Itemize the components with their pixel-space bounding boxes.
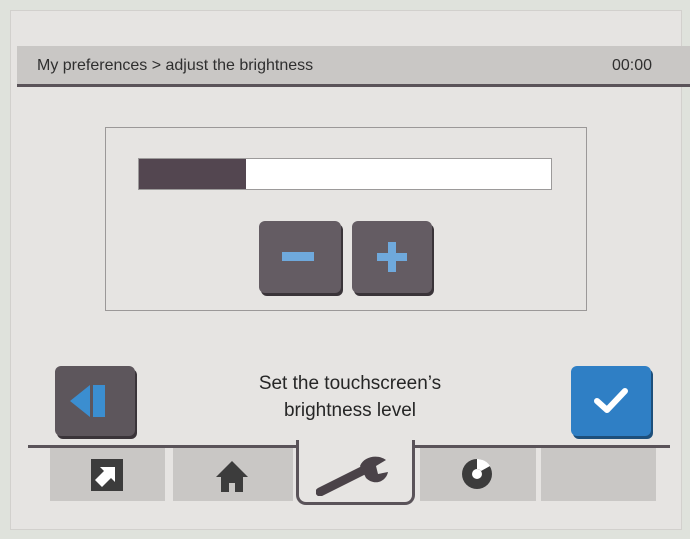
breadcrumb: My preferences > adjust the brightness xyxy=(37,57,314,74)
instruction-line-1: Set the touchscreen’s xyxy=(258,373,442,394)
tab-shortcut[interactable] xyxy=(50,448,165,501)
external-arrow-icon xyxy=(91,459,123,491)
wrench-icon xyxy=(316,456,388,496)
checkmark-icon xyxy=(594,388,628,413)
clock: 00:00 xyxy=(611,57,652,74)
tab-media[interactable] xyxy=(420,448,536,501)
brightness-bar-fill xyxy=(139,159,247,189)
back-button[interactable] xyxy=(55,366,135,436)
tab-empty[interactable] xyxy=(541,448,656,501)
brightness-bar[interactable] xyxy=(138,158,552,190)
confirm-button[interactable] xyxy=(571,366,651,436)
decrease-brightness-button[interactable] xyxy=(259,221,341,293)
tab-home[interactable] xyxy=(173,448,293,501)
increase-brightness-button[interactable] xyxy=(352,221,432,293)
instruction-line-2: brightness level xyxy=(283,400,417,421)
brightness-panel xyxy=(105,127,587,311)
disc-icon xyxy=(462,458,492,489)
instruction-text: Set the touchscreen’s brightness level xyxy=(200,370,500,424)
tab-settings[interactable] xyxy=(296,440,415,505)
home-icon xyxy=(216,461,248,492)
header-bar: My preferences > adjust the brightness 0… xyxy=(17,46,690,87)
minus-icon xyxy=(282,252,314,261)
